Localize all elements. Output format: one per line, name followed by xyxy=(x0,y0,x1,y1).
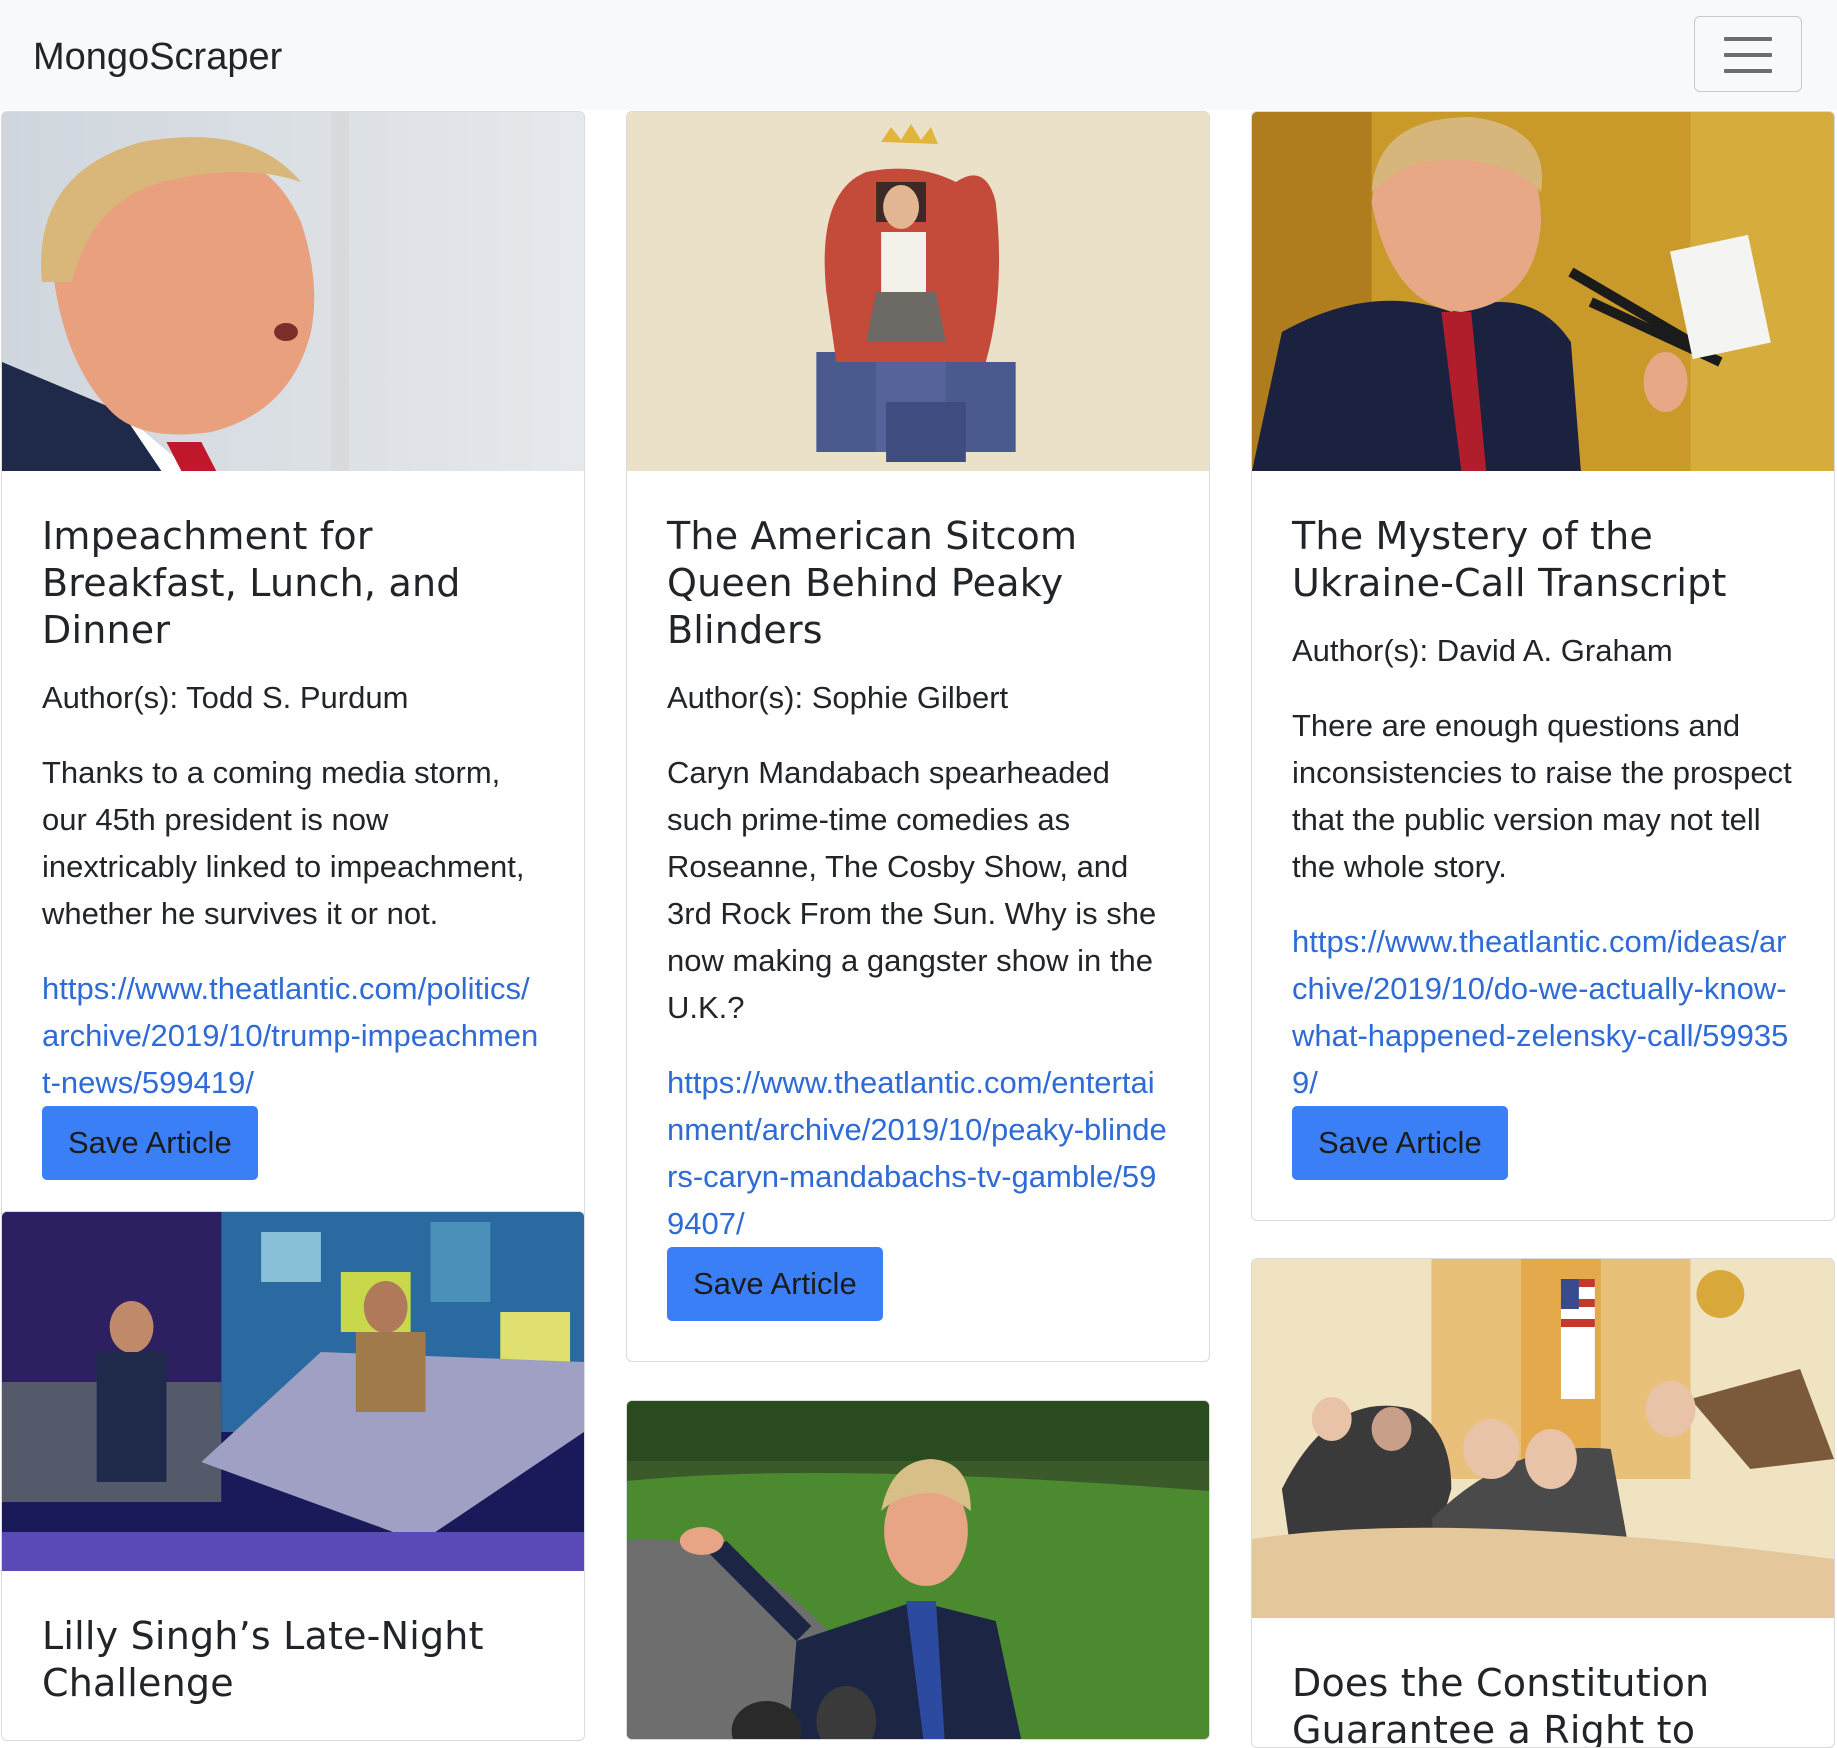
article-image xyxy=(2,112,584,471)
article-image xyxy=(627,112,1209,471)
article-image xyxy=(1252,1259,1834,1618)
hamburger-menu-icon-bar xyxy=(1724,53,1772,57)
article-image xyxy=(1252,112,1834,471)
article-link[interactable]: https://www.theatlantic.com/entertainmen… xyxy=(667,1059,1169,1247)
article-image xyxy=(2,1212,584,1571)
article-card: Does the Constitution Guarantee a Right … xyxy=(1251,1258,1835,1748)
article-title: Does the Constitution Guarantee a Right … xyxy=(1292,1661,1710,1748)
article-card xyxy=(626,1400,1210,1740)
save-article-button[interactable]: Save Article xyxy=(667,1247,883,1321)
hamburger-menu-button[interactable] xyxy=(1694,16,1802,92)
article-title: Impeachment for Breakfast, Lunch, and Di… xyxy=(42,514,461,652)
article-title: The Mystery of the Ukraine-Call Transcri… xyxy=(1292,514,1727,605)
article-card: The Mystery of the Ukraine-Call Transcri… xyxy=(1251,111,1835,1221)
save-article-button[interactable]: Save Article xyxy=(42,1106,258,1180)
article-card: Lilly Singh’s Late-Night Challenge xyxy=(1,1211,585,1741)
navbar: MongoScraper xyxy=(0,0,1837,110)
article-author: Author(s): David A. Graham xyxy=(1292,633,1673,668)
article-author: Author(s): Todd S. Purdum xyxy=(42,680,409,715)
article-title: Lilly Singh’s Late-Night Challenge xyxy=(42,1614,484,1705)
article-title: The American Sitcom Queen Behind Peaky B… xyxy=(667,514,1078,652)
article-link[interactable]: https://www.theatlantic.com/politics/arc… xyxy=(42,965,544,1106)
article-card: The American Sitcom Queen Behind Peaky B… xyxy=(626,111,1210,1362)
article-summary: Caryn Mandabach spearheaded such prime-t… xyxy=(667,755,1157,1025)
article-summary: Thanks to a coming media storm, our 45th… xyxy=(42,755,525,931)
hamburger-menu-icon-bar xyxy=(1724,69,1772,73)
hamburger-menu-icon xyxy=(1724,37,1772,41)
article-summary: There are enough questions and inconsist… xyxy=(1292,708,1792,884)
article-author: Author(s): Sophie Gilbert xyxy=(667,680,1009,715)
article-card: Impeachment for Breakfast, Lunch, and Di… xyxy=(1,111,585,1221)
article-image xyxy=(627,1401,1209,1739)
brand-link[interactable]: MongoScraper xyxy=(33,34,282,80)
save-article-button[interactable]: Save Article xyxy=(1292,1106,1508,1180)
article-link[interactable]: https://www.theatlantic.com/ideas/archiv… xyxy=(1292,918,1794,1106)
